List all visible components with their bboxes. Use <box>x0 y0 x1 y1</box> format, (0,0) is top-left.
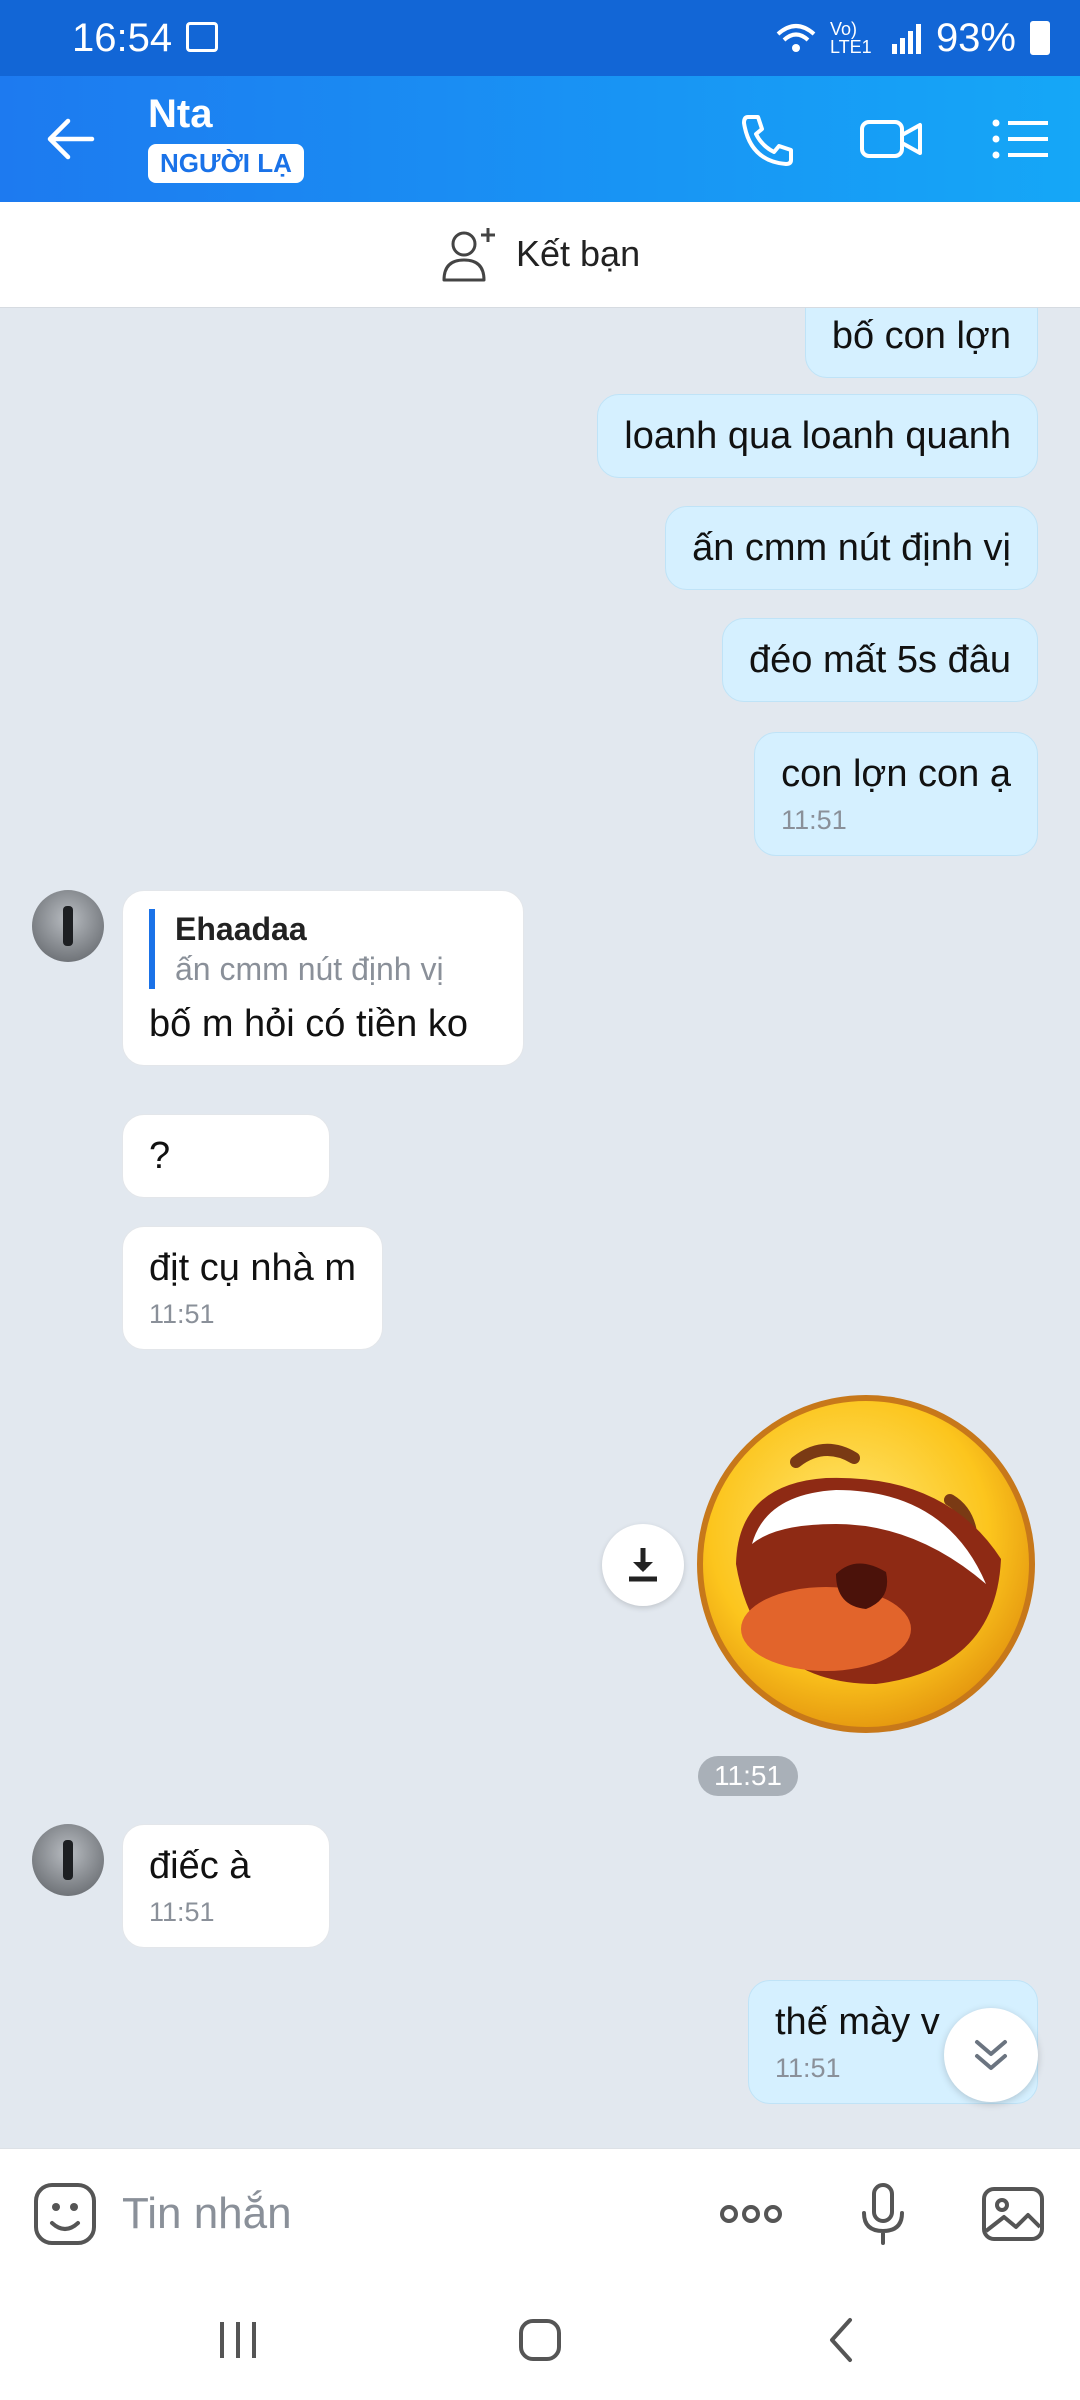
contact-name[interactable]: Nta <box>148 92 212 137</box>
microphone-icon[interactable] <box>848 2179 918 2249</box>
download-icon <box>629 1548 657 1582</box>
add-friend-label: Kết bạn <box>516 233 641 274</box>
back-nav-icon[interactable] <box>810 2308 874 2372</box>
avatar[interactable] <box>32 890 104 962</box>
scroll-to-bottom-button[interactable] <box>944 2008 1038 2102</box>
recent-apps-icon[interactable] <box>206 2308 270 2372</box>
message-text: con lợn con ạ <box>781 753 1011 795</box>
received-message[interactable]: địt cụ nhà m 11:51 <box>122 1226 383 1350</box>
message-list[interactable]: bố con lợn loanh qua loanh quanh ấn cmm … <box>0 308 1080 2148</box>
menu-list-icon[interactable] <box>988 109 1054 169</box>
more-options-icon[interactable] <box>716 2179 786 2249</box>
wifi-icon <box>776 24 816 52</box>
message-text: bố m hỏi có tiền ko <box>149 1003 468 1045</box>
video-call-icon[interactable] <box>858 109 924 169</box>
download-button[interactable] <box>602 1524 684 1606</box>
received-message[interactable]: ? <box>122 1114 330 1198</box>
message-text: ? <box>149 1135 171 1177</box>
message-text: bố con lợn <box>831 315 1011 357</box>
message-time: 11:51 <box>149 1299 215 1329</box>
sticker-time: 11:51 <box>698 1756 798 1796</box>
add-friend-bar[interactable]: Kết bạn <box>0 202 1080 308</box>
quote-text: ấn cmm nút định vị <box>175 951 444 987</box>
battery-percent: 93% <box>935 15 1016 60</box>
gallery-notification-icon <box>186 22 218 52</box>
message-text: điếc à <box>149 1845 251 1887</box>
image-gallery-icon[interactable] <box>978 2179 1048 2249</box>
phone-call-icon[interactable] <box>734 109 800 169</box>
add-friend-icon <box>442 228 495 282</box>
double-chevron-down-icon <box>975 2040 1007 2070</box>
received-message[interactable]: điếc à 11:51 <box>122 1824 330 1948</box>
sent-message[interactable]: ấn cmm nút định vị <box>665 506 1038 590</box>
quote-sender: Ehaadaa <box>175 911 307 947</box>
status-right: Vo) LTE1 93% <box>776 14 1050 62</box>
chat-header: Nta NGƯỜI LẠ <box>0 76 1080 202</box>
quoted-message[interactable]: Ehaadaa ấn cmm nút định vị <box>149 909 497 989</box>
sent-message[interactable]: bố con lợn <box>804 308 1038 378</box>
message-time: 11:51 <box>781 805 847 835</box>
message-input[interactable]: Tin nhắn <box>122 2189 292 2239</box>
message-text: đéo mất 5s đâu <box>749 639 1011 681</box>
message-text: địt cụ nhà m <box>149 1247 356 1289</box>
message-text: thế mày v <box>775 2001 940 2043</box>
stranger-badge: NGƯỜI LẠ <box>148 144 304 183</box>
back-arrow-icon[interactable] <box>40 109 100 169</box>
status-bar: 16:54 Vo) LTE1 93% <box>0 0 1080 76</box>
sent-message[interactable]: đéo mất 5s đâu <box>722 618 1038 702</box>
signal-icon <box>891 24 921 54</box>
sticker-emoji-icon[interactable] <box>30 2179 100 2249</box>
received-message-reply[interactable]: Ehaadaa ấn cmm nút định vị bố m hỏi có t… <box>122 890 524 1066</box>
message-text: ấn cmm nút định vị <box>692 527 1011 569</box>
laughing-emoji-sticker[interactable] <box>696 1394 1036 1734</box>
home-icon[interactable] <box>508 2308 572 2372</box>
status-time: 16:54 <box>72 16 173 60</box>
sent-message[interactable]: con lợn con ạ 11:51 <box>754 732 1038 856</box>
message-input-placeholder: Tin nhắn <box>122 2189 292 2238</box>
message-text: loanh qua loanh quanh <box>624 415 1011 457</box>
avatar[interactable] <box>32 1824 104 1896</box>
network-label: Vo) LTE1 <box>829 19 872 57</box>
message-time: 11:51 <box>149 1897 215 1927</box>
sent-message[interactable]: loanh qua loanh quanh <box>597 394 1038 478</box>
battery-icon <box>1030 21 1050 55</box>
system-nav-bar <box>0 2278 1080 2400</box>
message-input-bar: Tin nhắn <box>0 2148 1080 2278</box>
